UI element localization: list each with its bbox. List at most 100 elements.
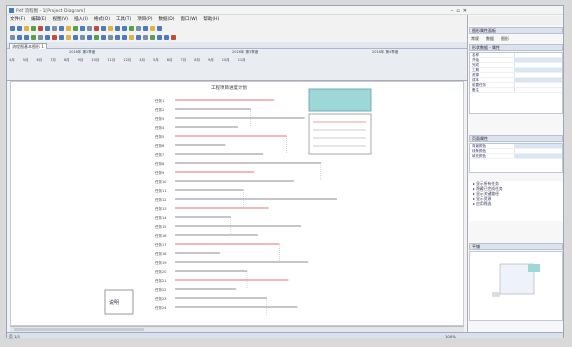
toolbar-button-icon[interactable] [24, 34, 29, 40]
menu-item[interactable]: 插入(I) [74, 16, 88, 22]
property-value[interactable] [514, 58, 562, 62]
maximize-icon[interactable]: ▫ [456, 8, 459, 14]
tab-general[interactable]: 常规 [471, 36, 479, 42]
tree-item[interactable]: ▸ 应用筛选 [469, 201, 563, 206]
property-value[interactable] [514, 88, 562, 92]
toolbar-button-icon[interactable] [73, 25, 78, 31]
timescale-column: 8月 [194, 58, 200, 62]
page-props-grid[interactable]: 背景颜色 线条颜色 填充颜色 [469, 143, 563, 173]
section-page-props[interactable]: 页面属性 [469, 135, 563, 142]
menu-item[interactable]: 窗口(W) [180, 16, 197, 22]
toolbar-button-icon[interactable] [59, 25, 64, 31]
task-label: 任务21 [155, 278, 166, 283]
toolbar-button-icon[interactable] [136, 25, 141, 31]
toolbar-button-icon[interactable] [38, 25, 43, 31]
toolbar-button-icon[interactable] [157, 34, 162, 40]
info-box-teal[interactable] [308, 88, 372, 112]
timescale-column: 11月 [107, 58, 116, 62]
filter-tree: ▸ 显示所有任务 ▸ 隐藏已完成任务 ▸ 显示关键路径 ▸ 显示资源 ▸ 应用筛选 [469, 181, 563, 221]
shape-data-grid[interactable]: 名称 开始 完成 工期 资源 成本 前置任务 备注 [469, 52, 563, 114]
toolbar-button-icon[interactable] [115, 25, 120, 31]
property-value[interactable] [514, 149, 562, 153]
toolbar-button-icon[interactable] [143, 25, 148, 31]
property-value[interactable] [514, 144, 562, 148]
toolbar-button-icon[interactable] [150, 34, 155, 40]
section-shape-data[interactable]: 形状数据 - 属性 [469, 44, 563, 51]
toolbar-button-icon[interactable] [101, 34, 106, 40]
menu-item[interactable]: 编辑(E) [31, 16, 46, 22]
toolbar-button-icon[interactable] [108, 34, 113, 40]
toolbar-button-icon[interactable] [31, 25, 36, 31]
toolbar-button-icon[interactable] [59, 34, 64, 40]
toolbar-button-icon[interactable] [73, 34, 78, 40]
menu-item[interactable]: 格式(O) [94, 16, 110, 22]
property-value[interactable] [514, 73, 562, 77]
toolbar-button-icon[interactable] [80, 34, 85, 40]
property-row[interactable]: 备注 [470, 88, 562, 93]
close-icon[interactable]: ✕ [463, 8, 467, 14]
menu-item[interactable]: 帮助(H) [203, 16, 219, 22]
tab-shape[interactable]: 图形 [501, 36, 509, 42]
properties-panel: 图形属性面板 常规 数据 图形 形状数据 - 属性 名称 开始 完成 工期 资源 成本 前置… [467, 15, 563, 332]
minimize-icon[interactable]: – [451, 8, 454, 14]
toolbar-button-icon[interactable] [129, 34, 134, 40]
toolbar-button-icon[interactable] [80, 25, 85, 31]
drawing-canvas[interactable]: 工程项目进度计划 说明 任务1 任务2 任务3 任务4 任务5 任务6 任务7 任务8 任务9 任… [10, 81, 464, 326]
task-label: 任务12 [155, 197, 166, 202]
toolbar-button-icon[interactable] [136, 34, 141, 40]
toolbar-button-icon[interactable] [108, 25, 113, 31]
toolbar-button-icon[interactable] [143, 34, 148, 40]
toolbar-button-icon[interactable] [66, 25, 71, 31]
menu-item[interactable]: 项目(P) [137, 16, 152, 22]
toolbar-button-icon[interactable] [122, 34, 127, 40]
toolbar-button-icon[interactable] [45, 25, 50, 31]
toolbar-button-icon[interactable] [122, 25, 127, 31]
toolbar-button-icon[interactable] [24, 25, 29, 31]
property-value[interactable] [514, 154, 562, 158]
toolbar-button-icon[interactable] [52, 25, 57, 31]
property-value[interactable] [514, 63, 562, 67]
task-label: 任务8 [155, 161, 164, 166]
toolbar-button-icon[interactable] [101, 25, 106, 31]
toolbar-button-icon[interactable] [87, 34, 92, 40]
toolbar-button-icon[interactable] [150, 25, 155, 31]
property-value[interactable] [514, 78, 562, 82]
task-label: 任务10 [155, 179, 166, 184]
window-controls: – ▫ ✕ [451, 8, 467, 14]
menu-item[interactable]: 文件(F) [10, 16, 25, 22]
scrollbar-thumb[interactable] [14, 328, 144, 331]
toolbar-button-icon[interactable] [52, 34, 57, 40]
tab-data[interactable]: 数据 [486, 36, 494, 42]
property-value[interactable] [514, 53, 562, 57]
property-key: 资源 [472, 73, 479, 77]
toolbar-button-icon[interactable] [17, 34, 22, 40]
toolbar-button-icon[interactable] [171, 34, 176, 40]
toolbar-button-icon[interactable] [157, 25, 162, 31]
menu-item[interactable]: 工具(T) [116, 16, 131, 22]
window-title: Pdf 流程图 - 1[Project Diagram] [16, 9, 86, 14]
toolbar-button-icon[interactable] [87, 25, 92, 31]
page-thumbnail[interactable] [469, 251, 563, 321]
toolbar-button-icon[interactable] [45, 34, 50, 40]
section-navigator[interactable]: 平铺 [469, 243, 563, 250]
task-label: 任务20 [155, 269, 166, 274]
toolbar-button-icon[interactable] [66, 34, 71, 40]
toolbar-button-icon[interactable] [10, 25, 15, 31]
menu-item[interactable]: 视图(V) [52, 16, 68, 22]
toolbar-button-icon[interactable] [94, 34, 99, 40]
property-value[interactable] [514, 68, 562, 72]
task-label: 任务22 [155, 287, 166, 292]
property-value[interactable] [514, 83, 562, 87]
toolbar-button-icon[interactable] [38, 34, 43, 40]
toolbar-button-icon[interactable] [31, 34, 36, 40]
toolbar-button-icon[interactable] [115, 34, 120, 40]
toolbar-button-icon[interactable] [129, 25, 134, 31]
property-key: 成本 [472, 78, 479, 82]
property-row[interactable]: 填充颜色 [470, 154, 562, 159]
menu-item[interactable]: 数据(D) [158, 16, 174, 22]
info-box-notes[interactable] [308, 113, 372, 155]
toolbar-button-icon[interactable] [164, 34, 169, 40]
toolbar-button-icon[interactable] [10, 34, 15, 40]
toolbar-button-icon[interactable] [94, 25, 99, 31]
toolbar-button-icon[interactable] [17, 25, 22, 31]
